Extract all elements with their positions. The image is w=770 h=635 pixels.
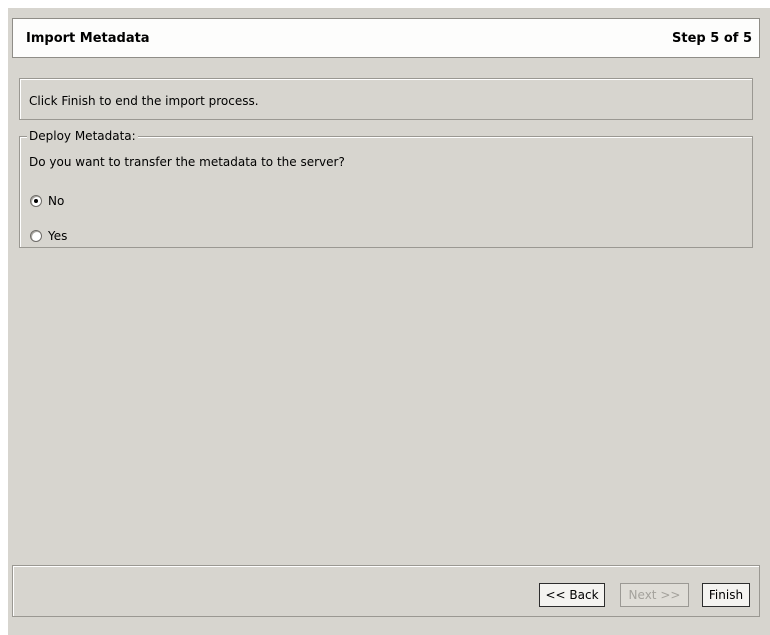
radio-yes-button[interactable] xyxy=(30,230,42,242)
deploy-metadata-group: Deploy Metadata: Do you want to transfer… xyxy=(19,129,753,248)
next-button: Next >> xyxy=(620,583,689,607)
finish-button[interactable]: Finish xyxy=(702,583,750,607)
instruction-text: Click Finish to end the import process. xyxy=(29,94,259,108)
radio-yes-label[interactable]: Yes xyxy=(48,229,67,243)
step-indicator: Step 5 of 5 xyxy=(672,31,752,46)
radio-no-label[interactable]: No xyxy=(48,194,64,208)
radio-option-yes[interactable]: Yes xyxy=(30,228,67,244)
deploy-metadata-legend: Deploy Metadata: xyxy=(27,129,138,143)
button-bar: << Back Next >> Finish xyxy=(12,565,760,617)
back-button[interactable]: << Back xyxy=(539,583,605,607)
deploy-question: Do you want to transfer the metadata to … xyxy=(29,155,345,169)
radio-no-button[interactable] xyxy=(30,195,42,207)
wizard-header: Import Metadata Step 5 of 5 xyxy=(12,18,760,58)
radio-option-no[interactable]: No xyxy=(30,193,64,209)
wizard-title: Import Metadata xyxy=(26,31,150,46)
instruction-panel: Click Finish to end the import process. xyxy=(19,78,753,120)
